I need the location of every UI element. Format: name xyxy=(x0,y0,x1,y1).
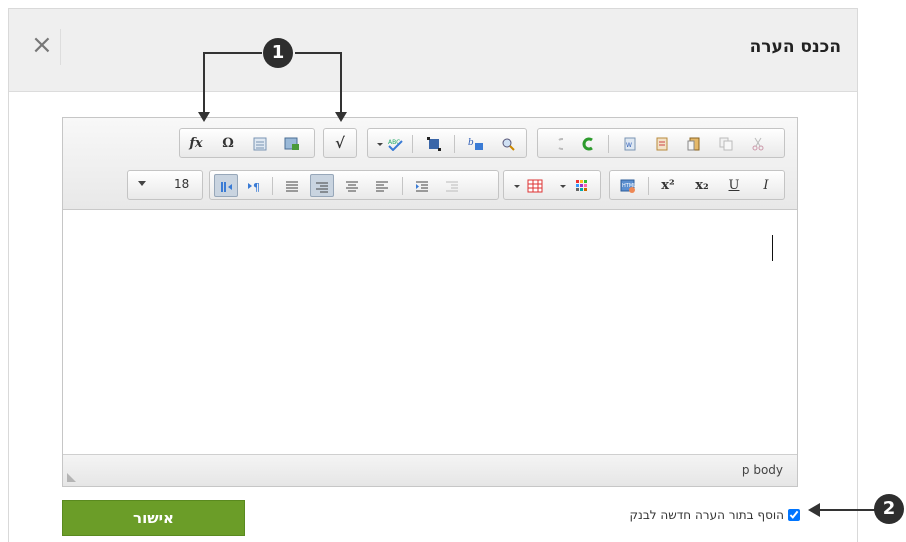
annotation-badge-2: 2 xyxy=(874,494,904,524)
annotation-badge-1: 1 xyxy=(263,38,293,68)
annotation-arrows xyxy=(198,52,876,517)
